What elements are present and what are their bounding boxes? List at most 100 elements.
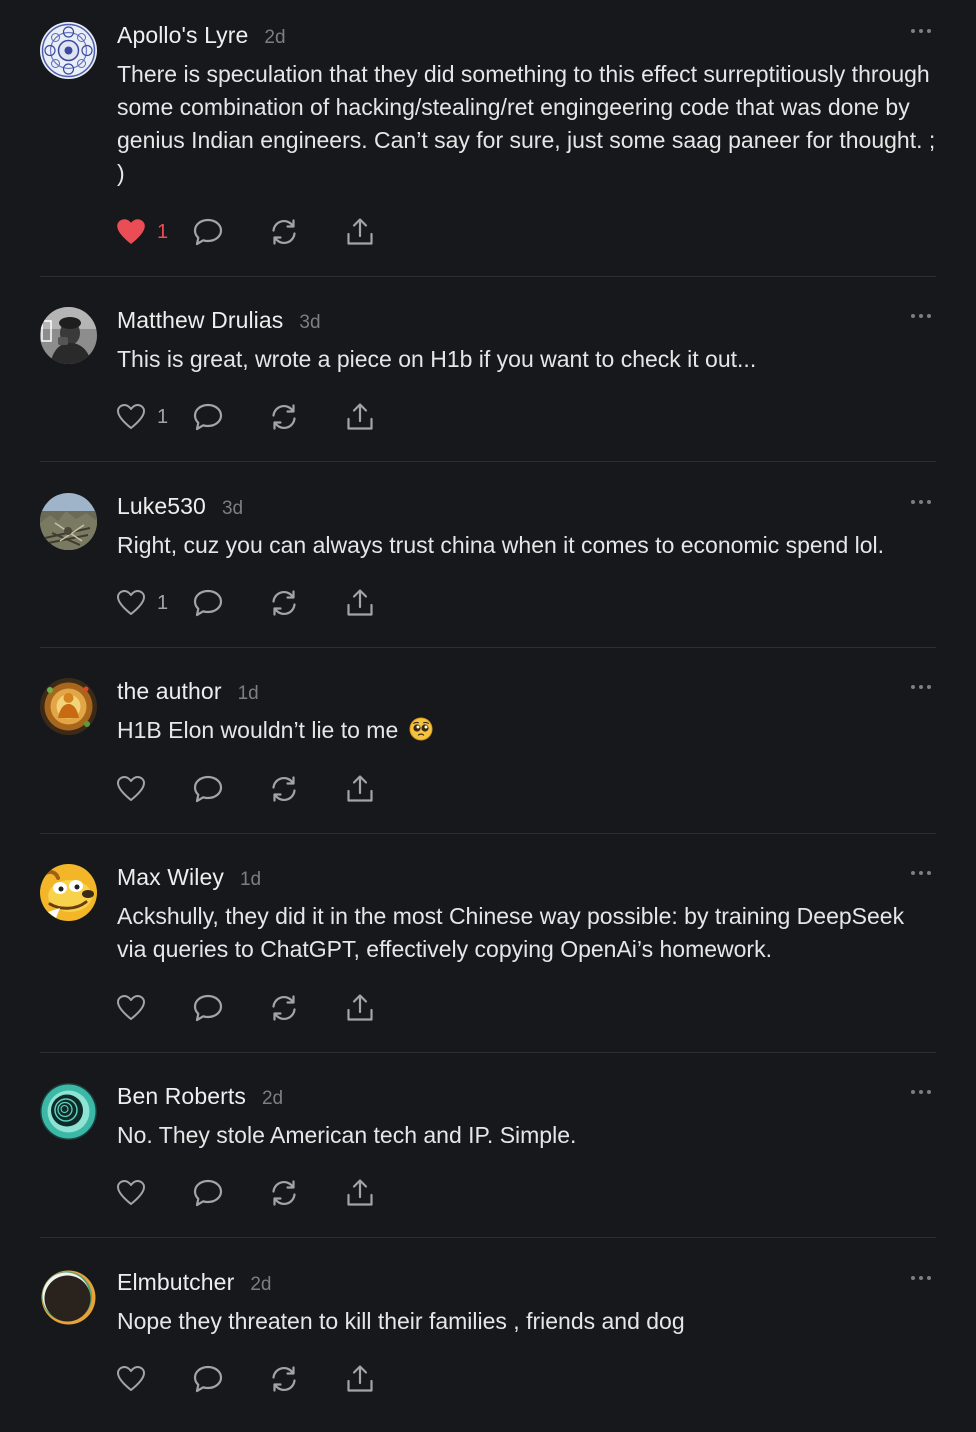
comment-feed: Apollo's Lyre 2d There is speculation th… (0, 0, 976, 1432)
divider (40, 647, 936, 648)
reply-button[interactable] (193, 218, 269, 246)
comment-text-container: H1B Elon wouldn’t lie to me (117, 714, 937, 750)
like-count: 1 (157, 591, 169, 614)
divider (40, 1237, 936, 1238)
share-button[interactable] (345, 774, 385, 804)
more-dots-icon[interactable] (910, 866, 932, 880)
like-button[interactable]: 1 (117, 404, 193, 430)
comment-header: Elmbutcher 2d (117, 1269, 271, 1299)
reply-button[interactable] (193, 403, 269, 431)
comment: the author 1d H1B Elon wouldn’t lie to m… (40, 678, 936, 808)
timestamp[interactable]: 2d (262, 1088, 283, 1110)
mandala-avatar[interactable] (40, 22, 97, 79)
comment: Max Wiley 1d Ackshully, they did it in t… (40, 864, 936, 1029)
repost-icon (269, 588, 299, 618)
repost-icon (269, 217, 299, 247)
more-dots-icon[interactable] (910, 24, 932, 38)
share-button[interactable] (345, 1178, 385, 1208)
heart-icon (117, 1366, 145, 1392)
like-count: 1 (157, 220, 169, 243)
bw-photo-avatar[interactable] (40, 307, 97, 364)
comment-text: Right, cuz you can always trust china wh… (117, 532, 885, 558)
timestamp[interactable]: 1d (240, 869, 261, 891)
reply-button[interactable] (193, 1365, 269, 1393)
author-name[interactable]: Luke530 (117, 493, 206, 520)
comment-header: Ben Roberts 2d (117, 1083, 283, 1113)
comment-text: This is great, wrote a piece on H1b if y… (117, 346, 757, 372)
author-name[interactable]: Max Wiley (117, 864, 224, 891)
comment-text: Ackshully, they did it in the most Chine… (117, 903, 905, 962)
more-dots-icon[interactable] (910, 309, 932, 323)
repost-icon (269, 993, 299, 1023)
share-icon (345, 1364, 375, 1394)
timestamp[interactable]: 1d (238, 683, 259, 705)
timestamp[interactable]: 3d (222, 498, 243, 520)
speech-bubble-icon (193, 218, 223, 246)
timestamp[interactable]: 3d (299, 312, 320, 334)
heart-icon (117, 1180, 145, 1206)
repost-icon (269, 402, 299, 432)
author-name[interactable]: the author (117, 678, 222, 705)
reply-button[interactable] (193, 1179, 269, 1207)
divider (40, 1052, 936, 1053)
speech-bubble-icon (193, 589, 223, 617)
divider (40, 276, 936, 277)
share-button[interactable] (345, 993, 385, 1023)
like-button[interactable] (117, 1366, 193, 1392)
comment-header: Luke530 3d (117, 493, 243, 523)
reply-button[interactable] (193, 994, 269, 1022)
like-button[interactable]: 1 (117, 590, 193, 616)
share-icon (345, 1178, 375, 1208)
comment-actions: 1 (117, 216, 385, 248)
share-button[interactable] (345, 217, 385, 247)
more-dots-icon[interactable] (910, 680, 932, 694)
landscape-avatar[interactable] (40, 493, 97, 550)
author-name[interactable]: Matthew Drulias (117, 307, 283, 334)
restack-button[interactable] (269, 1178, 345, 1208)
restack-button[interactable] (269, 588, 345, 618)
restack-button[interactable] (269, 217, 345, 247)
eclipse-avatar[interactable] (40, 1269, 97, 1326)
share-button[interactable] (345, 1364, 385, 1394)
comment: Ben Roberts 2d No. They stole American t… (40, 1083, 936, 1213)
divider (40, 833, 936, 834)
author-name[interactable]: Elmbutcher (117, 1269, 234, 1296)
reply-button[interactable] (193, 589, 269, 617)
share-icon (345, 993, 375, 1023)
more-dots-icon[interactable] (910, 495, 932, 509)
comment-header: Max Wiley 1d (117, 864, 261, 894)
more-dots-icon[interactable] (910, 1271, 932, 1285)
like-button[interactable]: 1 (117, 219, 193, 245)
share-button[interactable] (345, 588, 385, 618)
teal-spiral-avatar[interactable] (40, 1083, 97, 1140)
restack-button[interactable] (269, 1364, 345, 1394)
comment-actions (117, 1177, 385, 1209)
like-button[interactable] (117, 1180, 193, 1206)
timestamp[interactable]: 2d (250, 1274, 271, 1296)
heart-icon (117, 404, 145, 430)
more-dots-icon[interactable] (910, 1085, 932, 1099)
comment-text: No. They stole American tech and IP. Sim… (117, 1122, 577, 1148)
comment-actions: 1 (117, 401, 385, 433)
comment-header: Matthew Drulias 3d (117, 307, 321, 337)
share-button[interactable] (345, 402, 385, 432)
restack-button[interactable] (269, 774, 345, 804)
share-icon (345, 217, 375, 247)
author-name[interactable]: Apollo's Lyre (117, 22, 248, 49)
like-button[interactable] (117, 995, 193, 1021)
comment-text: There is speculation that they did somet… (117, 61, 936, 186)
repost-icon (269, 1178, 299, 1208)
heart-icon (117, 776, 145, 802)
reply-button[interactable] (193, 775, 269, 803)
restack-button[interactable] (269, 993, 345, 1023)
buddha-avatar[interactable] (40, 678, 97, 735)
comment: Luke530 3d Right, cuz you can always tru… (40, 493, 936, 623)
comment: Matthew Drulias 3d This is great, wrote … (40, 307, 936, 437)
speech-bubble-icon (193, 1179, 223, 1207)
restack-button[interactable] (269, 402, 345, 432)
pleading-face-emoji (409, 717, 433, 750)
cartoon-dog-avatar[interactable] (40, 864, 97, 921)
like-button[interactable] (117, 776, 193, 802)
timestamp[interactable]: 2d (264, 27, 285, 49)
author-name[interactable]: Ben Roberts (117, 1083, 246, 1110)
